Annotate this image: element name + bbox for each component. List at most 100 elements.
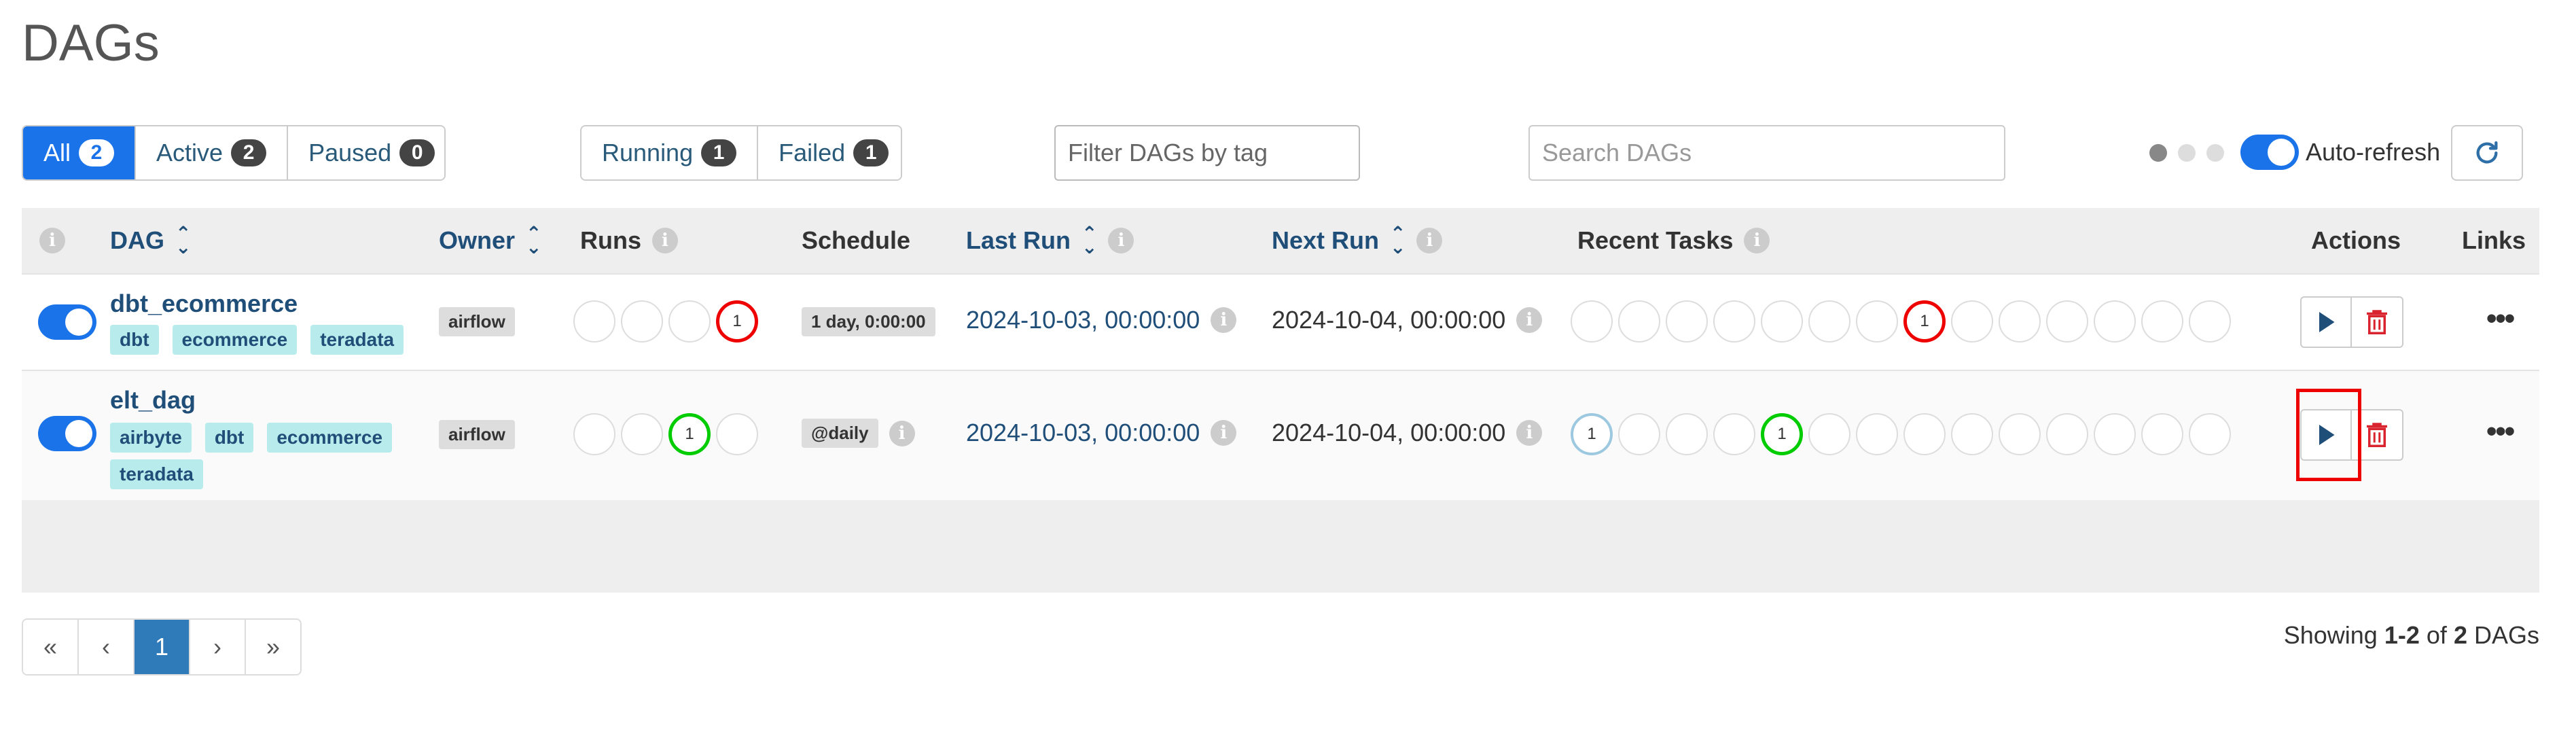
more-links-button[interactable]: ••• <box>2486 302 2515 336</box>
dag-name-link[interactable]: dbt_ecommerce <box>110 289 298 318</box>
last-run-link[interactable]: 2024-10-03, 00:00:00 <box>966 306 1200 334</box>
task-state-circle[interactable] <box>1951 413 1993 455</box>
filter-active-label: Active <box>156 139 223 166</box>
trigger-dag-button[interactable] <box>2300 296 2352 348</box>
more-icon: ••• <box>2486 415 2515 448</box>
task-state-circle[interactable] <box>2141 300 2183 342</box>
showing-count: Showing 1-2 of 2 DAGs <box>2284 621 2539 650</box>
header-dag[interactable]: DAG ⌃ ⌄ <box>110 208 191 273</box>
tag[interactable]: teradata <box>310 325 404 355</box>
search-input[interactable]: Search DAGs <box>1528 125 2005 181</box>
showing-of: of <box>2426 621 2447 649</box>
task-state-circle[interactable] <box>1999 300 2041 342</box>
task-state-circle[interactable] <box>1856 413 1898 455</box>
refresh-button[interactable] <box>2451 125 2523 181</box>
dag-active-toggle[interactable] <box>38 416 96 451</box>
dot-1 <box>2149 144 2167 162</box>
task-state-circle[interactable] <box>1666 413 1708 455</box>
info-icon: i <box>1744 228 1770 253</box>
task-state-circle[interactable] <box>2094 413 2136 455</box>
task-state-circle[interactable] <box>1618 300 1660 342</box>
run-state-circle[interactable] <box>716 413 758 455</box>
tag[interactable]: ecommerce <box>172 325 298 355</box>
task-state-circle[interactable] <box>1999 413 2041 455</box>
header-links-label: Links <box>2462 226 2526 254</box>
task-state-circle[interactable] <box>1618 413 1660 455</box>
filter-all-button[interactable]: All 2 <box>23 126 137 179</box>
run-state-circle[interactable] <box>573 300 615 342</box>
filter-active-button[interactable]: Active 2 <box>136 126 289 179</box>
page-next-button[interactable]: › <box>190 620 246 674</box>
task-state-circle[interactable]: 1 <box>1571 413 1613 455</box>
info-icon: i <box>1108 228 1134 253</box>
run-state-circle[interactable] <box>573 413 615 455</box>
header-runs: Runs i <box>580 208 678 273</box>
more-links-button[interactable]: ••• <box>2486 415 2515 449</box>
header-schedule: Schedule <box>802 208 910 273</box>
info-icon: i <box>1211 420 1237 446</box>
refresh-icon <box>2476 141 2498 164</box>
run-state-circle[interactable] <box>621 413 663 455</box>
task-state-circle[interactable] <box>1713 413 1755 455</box>
header-owner[interactable]: Owner ⌃ ⌄ <box>439 208 542 273</box>
runs-circles: 1 <box>573 413 758 455</box>
owner-cell: airflow <box>439 420 515 449</box>
auto-refresh-toggle[interactable] <box>2240 135 2299 170</box>
tag-filter-input[interactable]: Filter DAGs by tag <box>1054 125 1360 181</box>
next-run-value: 2024-10-04, 00:00:00 <box>1272 306 1506 334</box>
header-recent-tasks-label: Recent Tasks <box>1577 226 1734 254</box>
filter-active-count: 2 <box>231 139 267 166</box>
dag-name-link[interactable]: elt_dag <box>110 386 196 415</box>
filter-failed-button[interactable]: Failed 1 <box>758 126 901 179</box>
delete-dag-button[interactable] <box>2352 296 2403 348</box>
header-actions: Actions <box>2311 208 2401 273</box>
task-state-circle[interactable] <box>1713 300 1755 342</box>
page-prev-button[interactable]: ‹ <box>79 620 135 674</box>
run-state-circle[interactable] <box>621 300 663 342</box>
run-state-circle[interactable] <box>668 300 711 342</box>
task-state-circle[interactable] <box>1808 300 1850 342</box>
page-last-button[interactable]: » <box>246 620 300 674</box>
task-state-circle[interactable]: 1 <box>1903 300 1946 342</box>
task-state-circle[interactable] <box>1666 300 1708 342</box>
owner-badge[interactable]: airflow <box>439 420 515 449</box>
header-next-run[interactable]: Next Run ⌃ ⌄ i <box>1272 208 1443 273</box>
last-run-link[interactable]: 2024-10-03, 00:00:00 <box>966 419 1200 447</box>
play-icon <box>2319 312 2335 332</box>
run-state-circle[interactable]: 1 <box>668 413 711 455</box>
task-state-circle[interactable] <box>1951 300 1993 342</box>
page-current-button[interactable]: 1 <box>135 620 190 674</box>
tag[interactable]: teradata <box>110 459 203 489</box>
task-state-circle[interactable] <box>1856 300 1898 342</box>
tag[interactable]: dbt <box>110 325 159 355</box>
filter-all-label: All <box>43 139 71 166</box>
dag-tags: dbt ecommerce teradata <box>110 325 423 355</box>
task-state-circle[interactable] <box>2046 413 2088 455</box>
task-state-circle[interactable] <box>2189 300 2231 342</box>
tag[interactable]: airbyte <box>110 423 192 453</box>
filter-paused-button[interactable]: Paused 0 <box>288 126 444 179</box>
task-state-circle[interactable] <box>2189 413 2231 455</box>
owner-badge[interactable]: airflow <box>439 307 515 336</box>
task-state-circle[interactable] <box>2046 300 2088 342</box>
task-state-circle[interactable] <box>1571 300 1613 342</box>
showing-prefix: Showing <box>2283 621 2378 649</box>
tag[interactable]: dbt <box>204 423 254 453</box>
page-first-button[interactable]: « <box>23 620 79 674</box>
task-state-circle[interactable] <box>1903 413 1946 455</box>
task-state-circle[interactable] <box>2094 300 2136 342</box>
task-state-circle[interactable] <box>1808 413 1850 455</box>
dag-active-toggle[interactable] <box>38 304 96 340</box>
tag[interactable]: ecommerce <box>267 423 393 453</box>
status-filter-group: All 2 Active 2 Paused 0 <box>22 125 446 181</box>
filter-running-button[interactable]: Running 1 <box>582 126 759 179</box>
next-run-cell: 2024-10-04, 00:00:00 i <box>1272 419 1543 447</box>
task-state-circle[interactable]: 1 <box>1761 413 1803 455</box>
next-run-value: 2024-10-04, 00:00:00 <box>1272 419 1506 446</box>
run-state-circle[interactable]: 1 <box>716 300 758 342</box>
filter-paused-label: Paused <box>308 139 392 166</box>
task-state-circle[interactable] <box>2141 413 2183 455</box>
filter-all-count: 2 <box>79 139 115 166</box>
header-last-run[interactable]: Last Run ⌃ ⌄ i <box>966 208 1134 273</box>
task-state-circle[interactable] <box>1761 300 1803 342</box>
